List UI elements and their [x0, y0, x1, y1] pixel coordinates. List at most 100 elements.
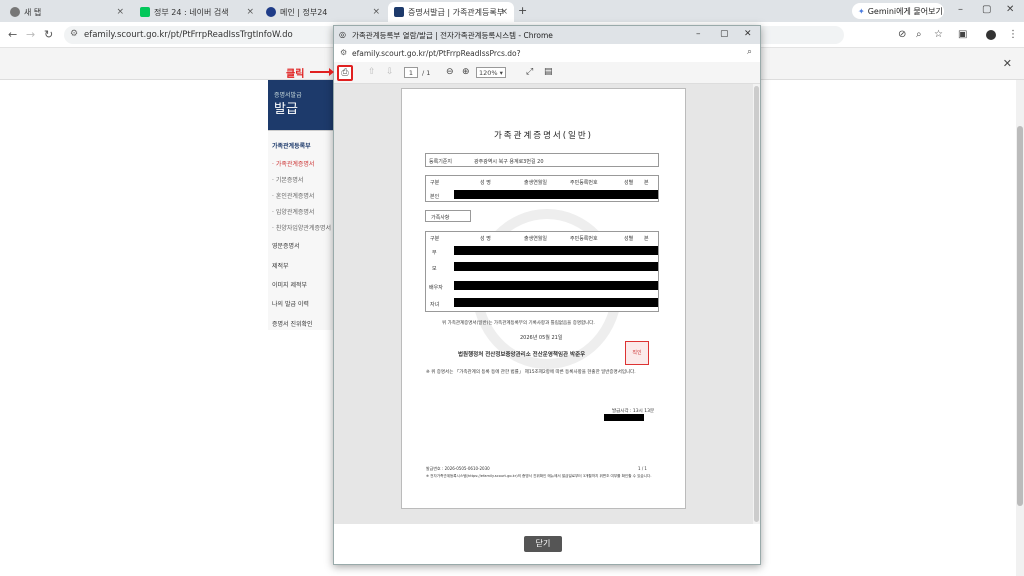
row-label: 자녀 — [430, 302, 440, 308]
forward-icon[interactable]: → — [26, 28, 35, 41]
sidebar-menu-english[interactable]: 영문증명서 — [272, 241, 300, 250]
row-label: 모 — [432, 266, 437, 272]
table-header: 구분 — [430, 236, 440, 242]
document-properties-icon[interactable]: ▤ — [544, 67, 553, 77]
maximize-icon[interactable]: ▢ — [720, 29, 729, 39]
sidebar-section-title[interactable]: 가족관계등록부 — [272, 141, 311, 150]
zoom-out-icon[interactable]: ⊖ — [446, 67, 454, 77]
naver-icon — [140, 7, 150, 17]
tab-efamily[interactable]: 증명서발급 | 가족관계등록부 × — [388, 2, 514, 22]
court-icon — [394, 7, 404, 17]
sidebar-item-marriage[interactable]: · 혼인관계증명서 — [272, 191, 314, 200]
viewer-scrollbar[interactable] — [753, 84, 760, 524]
sidebar-item-full-adoption[interactable]: · 친양자입양관계증명서 — [272, 223, 331, 232]
close-button[interactable]: 닫기 — [524, 536, 562, 552]
scrollbar-thumb[interactable] — [754, 86, 759, 522]
zoom-icon[interactable]: ⌕ — [916, 29, 922, 40]
close-tab-icon[interactable]: × — [246, 7, 254, 17]
issuer: 법원행정처 전산정보중앙관리소 전산운영책임관 박준우 — [458, 352, 586, 358]
table-header: 성 명 — [480, 180, 491, 186]
table-header: 본 — [644, 180, 649, 186]
no-camera-icon[interactable]: ⊘ — [898, 29, 906, 40]
scrollbar-thumb[interactable] — [1017, 126, 1023, 506]
bookmark-star-icon[interactable]: ☆ — [934, 29, 943, 40]
maximize-icon[interactable]: ▢ — [982, 4, 991, 15]
print-button[interactable]: ⎙ — [337, 65, 353, 81]
gemini-label: Gemini에게 물어보기 — [867, 6, 943, 16]
tab-title: 새 탭 — [24, 7, 42, 17]
back-icon[interactable]: ← — [8, 28, 17, 41]
popup-url: efamily.scourt.go.kr/pt/PtFrrpReadIssPrc… — [352, 48, 521, 58]
reload-icon[interactable]: ↻ — [44, 28, 53, 41]
zoom-select[interactable]: 120% ▾ — [476, 67, 506, 78]
gemini-icon: ✦ — [858, 6, 865, 16]
fit-page-icon[interactable]: ⤢ — [526, 67, 533, 77]
new-tab-button[interactable]: + — [518, 4, 527, 17]
redaction-bar — [454, 298, 658, 307]
official-seal: 직인 — [625, 341, 649, 365]
sidebar-banner: 증명서발급 발급 — [268, 80, 334, 130]
globe-icon: ◎ — [339, 30, 346, 39]
side-panel-icon[interactable]: ▣ — [958, 29, 967, 40]
popup-titlebar: ◎ 가족관계등록부 열람/발급 | 전자가족관계등록시스템 - Chrome –… — [334, 26, 760, 44]
zoom-value: 120% — [479, 69, 498, 77]
minimize-icon[interactable]: – — [696, 29, 701, 39]
close-tab-icon[interactable]: × — [116, 7, 124, 17]
gov24-icon — [266, 7, 276, 17]
sidebar-menu-removed[interactable]: 제적부 — [272, 261, 289, 270]
close-window-icon[interactable]: ✕ — [1006, 4, 1014, 15]
sidebar: 가족관계등록부 · 가족관계증명서 · 기본증명서 · 혼인관계증명서 · 입양… — [268, 130, 334, 330]
sidebar-item-basic[interactable]: · 기본증명서 — [272, 175, 303, 184]
certification-statement: 위 가족관계증명서(일반)는 가족관계등록부의 기록사항과 틀림없음을 증명합니… — [442, 321, 595, 326]
sidebar-menu-verify[interactable]: 증명서 진위확인 — [272, 319, 313, 328]
redaction-bar — [454, 190, 658, 199]
redaction-bar — [604, 414, 644, 421]
reg-label: 등록기준지 — [429, 159, 453, 165]
sidebar-item-family[interactable]: · 가족관계증명서 — [272, 159, 314, 168]
pdf-viewer[interactable]: 법 가족관계증명서(일반) 등록기준지 광주광역시 북구 용계로3번길 20 구… — [334, 84, 753, 524]
zoom-in-icon[interactable]: ⊕ — [462, 67, 470, 77]
zoom-icon[interactable]: ⌕ — [747, 47, 752, 57]
prev-page-icon[interactable]: ⇧ — [368, 67, 376, 77]
document-title: 가족관계증명서(일반) — [493, 131, 593, 141]
tab-gov24[interactable]: 메인 | 정부24 × — [260, 2, 386, 22]
address-text: efamily.scourt.go.kr/pt/PtFrrpReadIssTrg… — [84, 30, 293, 40]
family-table: 구분 성 명 출생연월일 주민등록번호 성별 본 부 모 배우자 자녀 — [425, 231, 659, 312]
redaction-bar — [454, 246, 658, 255]
gemini-button[interactable]: ✦ Gemini에게 물어보기 — [852, 3, 944, 19]
table-header: 성별 — [624, 236, 634, 242]
site-info-icon[interactable]: ⚙ — [340, 48, 347, 57]
close-tab-icon[interactable]: × — [500, 7, 508, 17]
tab-title: 증명서발급 | 가족관계등록부 — [408, 7, 505, 17]
site-info-icon[interactable]: ⚙ — [70, 29, 78, 39]
click-annotation: 클릭 — [286, 69, 305, 80]
close-icon[interactable]: ✕ — [1003, 57, 1012, 70]
popup-address-bar[interactable]: ⚙ efamily.scourt.go.kr/pt/PtFrrpReadIssP… — [334, 44, 760, 62]
menu-kebab-icon[interactable]: ⋮ — [1008, 29, 1018, 40]
table-header: 본 — [644, 236, 649, 242]
sidebar-menu-history[interactable]: 나의 발급 이력 — [272, 299, 309, 308]
banner-small-text: 증명서발급 — [274, 92, 302, 99]
page-scrollbar[interactable] — [1016, 80, 1024, 576]
sidebar-item-adoption[interactable]: · 입양관계증명서 — [272, 207, 314, 216]
close-tab-icon[interactable]: × — [372, 7, 380, 17]
next-page-icon[interactable]: ⇩ — [386, 67, 394, 77]
tab-new[interactable]: 새 탭 × — [4, 2, 130, 22]
table-header: 주민등록번호 — [570, 236, 598, 242]
minimize-icon[interactable]: – — [958, 4, 963, 15]
family-label: 가족사항 — [431, 215, 450, 221]
row-label: 부 — [432, 250, 437, 256]
self-label: 본인 — [430, 194, 440, 200]
tab-strip: 새 탭 × 정부 24 : 네이버 검색 × 메인 | 정부24 × 증명서발급… — [0, 0, 1024, 22]
page-number-input[interactable]: 1 — [404, 67, 418, 78]
avatar[interactable] — [986, 30, 996, 40]
sidebar-menu-image-removed[interactable]: 이미지 제적부 — [272, 280, 307, 289]
page-total: / 1 — [422, 69, 431, 77]
tab-title: 정부 24 : 네이버 검색 — [154, 7, 229, 17]
family-section-label: 가족사항 — [425, 210, 471, 222]
issue-date: 2026년 05월 21일 — [520, 335, 563, 341]
pdf-toolbar: ⎙ ⇧ ⇩ 1 / 1 ⊖ ⊕ 120% ▾ ⤢ ▤ — [334, 62, 760, 84]
tab-naver[interactable]: 정부 24 : 네이버 검색 × — [134, 2, 260, 22]
redaction-bar — [454, 262, 658, 271]
close-window-icon[interactable]: ✕ — [744, 29, 752, 39]
